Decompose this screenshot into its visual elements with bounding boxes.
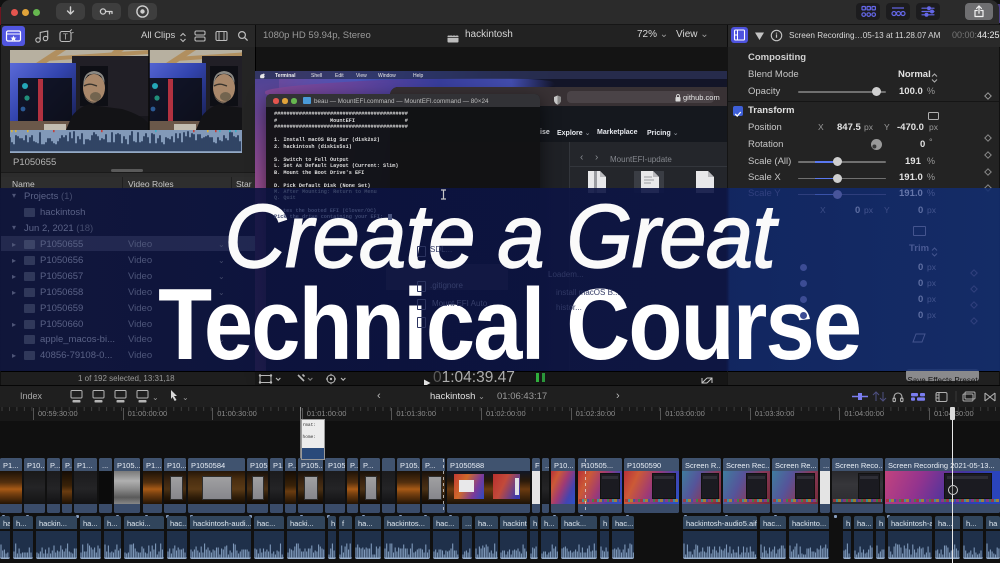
svg-text:T: T [63,33,68,42]
